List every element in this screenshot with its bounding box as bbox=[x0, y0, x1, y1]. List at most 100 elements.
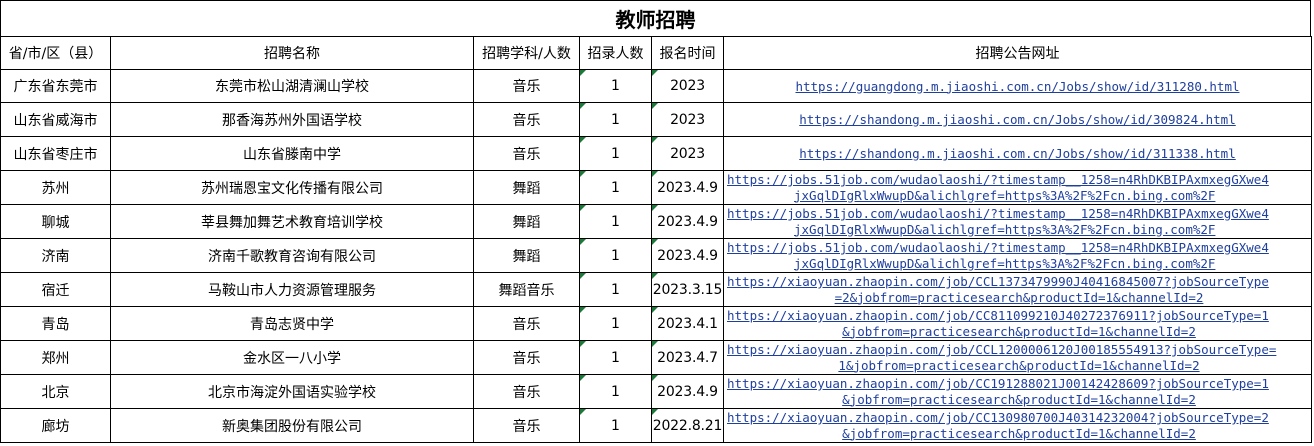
header-name: 招聘名称 bbox=[110, 36, 474, 70]
cell-url[interactable]: https://xiaoyuan.zhaopin.com/job/CC13098… bbox=[723, 408, 1312, 443]
url-line-1: https://shandong.m.jiaoshi.com.cn/Jobs/s… bbox=[799, 112, 1236, 127]
url-line-2: &jobfrom=practicesearch&productId=1&chan… bbox=[842, 323, 1196, 339]
cell-date: 2023.4.7 bbox=[651, 340, 724, 375]
cell-subject: 音乐 bbox=[473, 102, 580, 137]
header-region: 省/市/区（县） bbox=[0, 36, 111, 70]
url-line-1: https://xiaoyuan.zhaopin.com/job/CCL1373… bbox=[727, 274, 1269, 289]
header-count: 招录人数 bbox=[579, 36, 652, 70]
url-link[interactable]: https://jobs.51job.com/wudaolaoshi/?time… bbox=[727, 172, 1311, 203]
cell-url[interactable]: https://guangdong.m.jiaoshi.com.cn/Jobs/… bbox=[723, 69, 1312, 103]
cell-subject: 舞蹈 bbox=[473, 204, 580, 239]
cell-date: 2023 bbox=[651, 102, 724, 137]
cell-count: 1 bbox=[579, 102, 652, 137]
cell-subject: 舞蹈 bbox=[473, 170, 580, 205]
url-line-1: https://xiaoyuan.zhaopin.com/job/CC13098… bbox=[727, 410, 1269, 425]
cell-date: 2023.3.15 bbox=[651, 272, 724, 307]
url-line-2: jxGqlDIgRlxWwupD&alichlgref=https%3A%2F%… bbox=[794, 187, 1216, 203]
table-row: 苏州 苏州瑞恩宝文化传播有限公司 舞蹈 1 2023.4.9 https://jobs.5… bbox=[0, 170, 1312, 205]
url-line-1: https://guangdong.m.jiaoshi.com.cn/Jobs/… bbox=[795, 78, 1240, 94]
cell-url[interactable]: https://jobs.51job.com/wudaolaoshi/?time… bbox=[723, 238, 1312, 273]
url-link[interactable]: https://shandong.m.jiaoshi.com.cn/Jobs/s… bbox=[725, 146, 1311, 161]
cell-region: 廊坊 bbox=[0, 408, 111, 443]
cell-name: 马鞍山市人力资源管理服务 bbox=[110, 272, 474, 307]
cell-region: 济南 bbox=[0, 238, 111, 273]
url-line-2: jxGqlDIgRlxWwupD&alichlgref=https%3A%2F%… bbox=[794, 255, 1216, 271]
cell-count: 1 bbox=[579, 306, 652, 341]
cell-subject: 音乐 bbox=[473, 374, 580, 409]
table-row: 山东省威海市 那香海苏州外国语学校 音乐 1 2023 https://shandong.… bbox=[0, 102, 1312, 137]
cell-url[interactable]: https://xiaoyuan.zhaopin.com/job/CC81109… bbox=[723, 306, 1312, 341]
cell-url[interactable]: https://xiaoyuan.zhaopin.com/job/CCL1200… bbox=[723, 340, 1312, 375]
cell-region: 山东省威海市 bbox=[0, 102, 111, 137]
cell-subject: 音乐 bbox=[473, 136, 580, 171]
cell-subject: 音乐 bbox=[473, 306, 580, 341]
table-row: 广东省东莞市 东莞市松山湖清澜山学校 音乐 1 2023 https://guangdon… bbox=[0, 69, 1312, 103]
cell-date: 2022.8.21 bbox=[651, 408, 724, 443]
url-line-2: &jobfrom=practicesearch&productId=1&chan… bbox=[842, 425, 1196, 441]
cell-name: 新奥集团股份有限公司 bbox=[110, 408, 474, 443]
cell-region: 青岛 bbox=[0, 306, 111, 341]
cell-url[interactable]: https://jobs.51job.com/wudaolaoshi/?time… bbox=[723, 170, 1312, 205]
cell-name: 济南千歌教育咨询有限公司 bbox=[110, 238, 474, 273]
table-row: 山东省枣庄市 山东省滕南中学 音乐 1 2023 https://shandong.m.j… bbox=[0, 136, 1312, 171]
url-line-1: https://jobs.51job.com/wudaolaoshi/?time… bbox=[727, 206, 1269, 221]
url-link[interactable]: https://xiaoyuan.zhaopin.com/job/CC81109… bbox=[727, 308, 1311, 339]
cell-date: 2023.4.9 bbox=[651, 374, 724, 409]
cell-count: 1 bbox=[579, 408, 652, 443]
cell-region: 山东省枣庄市 bbox=[0, 136, 111, 171]
url-line-2: jxGqlDIgRlxWwupD&alichlgref=https%3A%2F%… bbox=[794, 221, 1216, 237]
header-url: 招聘公告网址 bbox=[723, 36, 1312, 70]
url-line-2: &jobfrom=practicesearch&productId=1&chan… bbox=[842, 391, 1196, 407]
cell-url[interactable]: https://xiaoyuan.zhaopin.com/job/CC19128… bbox=[723, 374, 1312, 409]
cell-count: 1 bbox=[579, 238, 652, 273]
header-date: 报名时间 bbox=[651, 36, 724, 70]
table-row: 宿迁 马鞍山市人力资源管理服务 舞蹈音乐 1 2023.3.15 https://xiao… bbox=[0, 272, 1312, 307]
cell-name: 山东省滕南中学 bbox=[110, 136, 474, 171]
cell-count: 1 bbox=[579, 69, 652, 103]
url-line-1: https://xiaoyuan.zhaopin.com/job/CCL1200… bbox=[727, 342, 1277, 357]
cell-date: 2023.4.1 bbox=[651, 306, 724, 341]
cell-count: 1 bbox=[579, 374, 652, 409]
cell-name: 那香海苏州外国语学校 bbox=[110, 102, 474, 137]
cell-url[interactable]: https://shandong.m.jiaoshi.com.cn/Jobs/s… bbox=[723, 102, 1312, 137]
table-row: 聊城 莘县舞加舞艺术教育培训学校 舞蹈 1 2023.4.9 https://jobs.5… bbox=[0, 204, 1312, 239]
url-line-2: 1&jobfrom=practicesearch&productId=1&cha… bbox=[838, 357, 1200, 373]
url-line-2: =2&jobfrom=practicesearch&productId=1&ch… bbox=[834, 289, 1204, 305]
cell-subject: 舞蹈音乐 bbox=[473, 272, 580, 307]
url-link[interactable]: https://xiaoyuan.zhaopin.com/job/CCL1200… bbox=[727, 342, 1311, 373]
url-link[interactable]: https://xiaoyuan.zhaopin.com/job/CC13098… bbox=[727, 410, 1311, 441]
cell-count: 1 bbox=[579, 136, 652, 171]
cell-subject: 音乐 bbox=[473, 408, 580, 443]
cell-date: 2023 bbox=[651, 69, 724, 103]
url-link[interactable]: https://jobs.51job.com/wudaolaoshi/?time… bbox=[727, 240, 1311, 271]
url-line-1: https://xiaoyuan.zhaopin.com/job/CC19128… bbox=[727, 376, 1269, 391]
cell-url[interactable]: https://jobs.51job.com/wudaolaoshi/?time… bbox=[723, 204, 1312, 239]
cell-region: 北京 bbox=[0, 374, 111, 409]
header-row: 省/市/区（县） 招聘名称 招聘学科/人数 招录人数 报名时间 招聘公告网址 bbox=[0, 36, 1312, 70]
cell-url[interactable]: https://xiaoyuan.zhaopin.com/job/CCL1373… bbox=[723, 272, 1312, 307]
url-link[interactable]: https://shandong.m.jiaoshi.com.cn/Jobs/s… bbox=[725, 112, 1311, 127]
table-row: 廊坊 新奥集团股份有限公司 音乐 1 2022.8.21 https://xiaoyuan… bbox=[0, 408, 1312, 443]
table-row: 郑州 金水区一八小学 音乐 1 2023.4.7 https://xiaoyuan.zha… bbox=[0, 340, 1312, 375]
cell-subject: 音乐 bbox=[473, 340, 580, 375]
cell-region: 广东省东莞市 bbox=[0, 69, 111, 103]
url-line-1: https://shandong.m.jiaoshi.com.cn/Jobs/s… bbox=[799, 146, 1236, 161]
header-subject: 招聘学科/人数 bbox=[473, 36, 580, 70]
url-link[interactable]: https://xiaoyuan.zhaopin.com/job/CC19128… bbox=[727, 376, 1311, 407]
table-row: 济南 济南千歌教育咨询有限公司 舞蹈 1 2023.4.9 https://jobs.51… bbox=[0, 238, 1312, 273]
cell-subject: 舞蹈 bbox=[473, 238, 580, 273]
cell-count: 1 bbox=[579, 272, 652, 307]
cell-region: 聊城 bbox=[0, 204, 111, 239]
url-link[interactable]: https://xiaoyuan.zhaopin.com/job/CCL1373… bbox=[727, 274, 1311, 305]
cell-name: 青岛志贤中学 bbox=[110, 306, 474, 341]
table-row: 北京 北京市海淀外国语实验学校 音乐 1 2023.4.9 https://xiaoyua… bbox=[0, 374, 1312, 409]
url-link[interactable]: https://guangdong.m.jiaoshi.com.cn/Jobs/… bbox=[725, 78, 1311, 94]
cell-name: 东莞市松山湖清澜山学校 bbox=[110, 69, 474, 103]
cell-url[interactable]: https://shandong.m.jiaoshi.com.cn/Jobs/s… bbox=[723, 136, 1312, 171]
url-link[interactable]: https://jobs.51job.com/wudaolaoshi/?time… bbox=[727, 206, 1311, 237]
table-row: 青岛 青岛志贤中学 音乐 1 2023.4.1 https://xiaoyuan.zhao… bbox=[0, 306, 1312, 341]
cell-region: 郑州 bbox=[0, 340, 111, 375]
cell-date: 2023.4.9 bbox=[651, 238, 724, 273]
cell-subject: 音乐 bbox=[473, 69, 580, 103]
url-line-1: https://xiaoyuan.zhaopin.com/job/CC81109… bbox=[727, 308, 1269, 323]
